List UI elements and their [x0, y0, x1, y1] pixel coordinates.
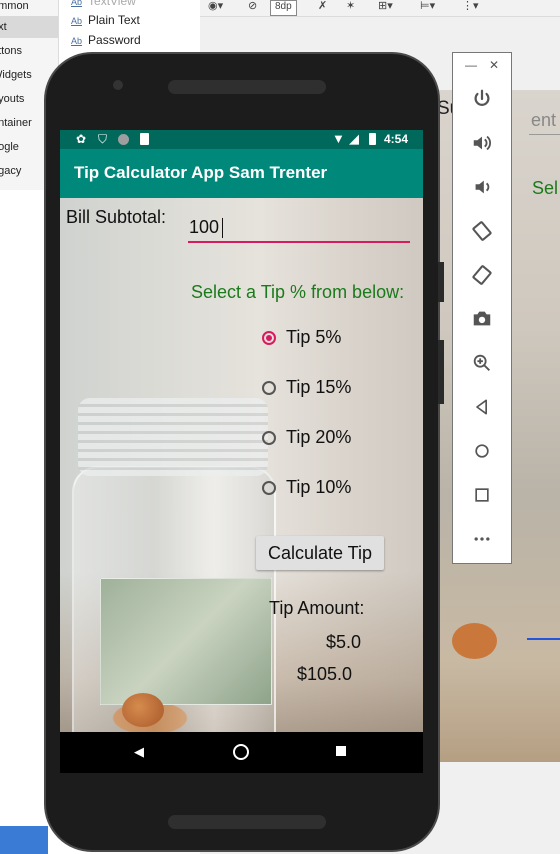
minimize-icon[interactable]: —: [465, 58, 477, 72]
widget-item-textview[interactable]: Ab TextView: [71, 0, 136, 8]
home-icon[interactable]: [468, 437, 496, 465]
tip-prompt: Select a Tip % from below:: [191, 282, 405, 302]
align-icon[interactable]: ⊨▾: [420, 0, 435, 14]
nav-overview-icon[interactable]: [336, 746, 346, 756]
power-icon[interactable]: [468, 85, 496, 113]
bottom-speaker: [168, 815, 326, 829]
status-bar: ✿ ⛉ ▼ ◢ 4:54: [60, 130, 423, 149]
emulator-toolbar: — ✕: [452, 52, 512, 564]
rotate-right-icon[interactable]: [468, 261, 496, 289]
volume-down-icon[interactable]: [468, 173, 496, 201]
palette-widget-list: Ab TextView Ab Plain Text Ab Password: [59, 0, 199, 60]
radio-label-tip-20[interactable]: Tip 20%: [286, 427, 351, 448]
preview-prompt-fragment: Sel: [532, 178, 559, 198]
taskbar: [0, 826, 48, 854]
subtotal-label: Bill Subtotal:: [66, 207, 167, 227]
background-coin: [122, 693, 164, 727]
back-icon[interactable]: [468, 393, 496, 421]
guidelines-icon[interactable]: ⊞▾: [378, 0, 393, 14]
total-amount-value: $105.0: [297, 664, 353, 684]
emulator-window-controls: — ✕: [453, 53, 511, 79]
tip-amount-value: $5.0: [326, 632, 362, 652]
tip-amount-label: Tip Amount:: [269, 598, 365, 618]
top-speaker: [168, 80, 326, 94]
close-icon[interactable]: ✕: [489, 58, 499, 72]
device-screen: ✿ ⛉ ▼ ◢ 4:54 Tip Calculator App Sam Tren…: [60, 130, 423, 773]
status-time: 4:54: [384, 132, 409, 146]
settings-icon: ✿: [76, 132, 87, 146]
radio-button[interactable]: [262, 381, 276, 395]
volume-up-icon[interactable]: [468, 129, 496, 157]
subtotal-input-value[interactable]: 100: [189, 217, 219, 238]
background-dollar-bill: [100, 578, 272, 705]
radio-button[interactable]: [262, 431, 276, 445]
magnet-icon[interactable]: ⊘: [248, 0, 257, 14]
sync-icon: [118, 134, 129, 145]
calculate-tip-button[interactable]: Calculate Tip: [256, 536, 384, 570]
app-bar: Tip Calculator App Sam Trenter: [60, 149, 423, 198]
subtotal-input-underline: [188, 241, 410, 243]
front-camera: [113, 80, 123, 90]
camera-icon[interactable]: [468, 305, 496, 333]
clear-constraints-icon[interactable]: ✗: [318, 0, 327, 14]
app-title: Tip Calculator App Sam Trenter: [74, 163, 328, 182]
battery-icon: [369, 133, 376, 145]
pack-icon[interactable]: ⋮▾: [462, 0, 479, 14]
shield-icon: ⛉: [98, 132, 108, 146]
volume-side-button: [438, 340, 444, 404]
sd-card-icon: [140, 133, 149, 145]
signal-icon: ◢: [349, 131, 359, 146]
text-caret: [222, 218, 223, 238]
overview-icon[interactable]: [468, 481, 496, 509]
navigation-bar: ◀: [60, 732, 423, 773]
more-icon[interactable]: [468, 525, 496, 553]
nav-home-icon[interactable]: [233, 744, 249, 760]
radio-label-tip-5[interactable]: Tip 5%: [286, 327, 341, 348]
wifi-icon: ▼: [332, 131, 345, 146]
nav-back-icon[interactable]: ◀: [134, 744, 144, 760]
zoom-icon[interactable]: [468, 349, 496, 377]
app-content: Bill Subtotal: 100 Select a Tip % from b…: [60, 198, 423, 732]
default-margin-field[interactable]: 8dp: [270, 0, 297, 16]
background-jar-lid: [78, 398, 268, 476]
design-toolbar: ◉▾ ⊘ 8dp ✗ ✶ ⊞▾ ⊨▾ ⋮▾: [200, 0, 560, 17]
radio-button-selected[interactable]: [262, 331, 276, 345]
palette-category-buttons[interactable]: uttons: [0, 40, 58, 62]
eye-icon[interactable]: ◉▾: [208, 0, 223, 14]
widget-item-plain-text[interactable]: Ab Plain Text: [71, 13, 140, 27]
preview-hint-fragment: ent: [531, 110, 557, 130]
palette-category-text[interactable]: ext: [0, 16, 58, 38]
rotate-left-icon[interactable]: [468, 217, 496, 245]
radio-button[interactable]: [262, 481, 276, 495]
palette-category-common[interactable]: ommon: [0, 0, 58, 17]
power-side-button: [438, 262, 444, 302]
infer-constraints-icon[interactable]: ✶: [346, 0, 355, 14]
radio-label-tip-15[interactable]: Tip 15%: [286, 377, 351, 398]
widget-item-password[interactable]: Ab Password: [71, 33, 141, 47]
radio-label-tip-10[interactable]: Tip 10%: [286, 477, 351, 498]
